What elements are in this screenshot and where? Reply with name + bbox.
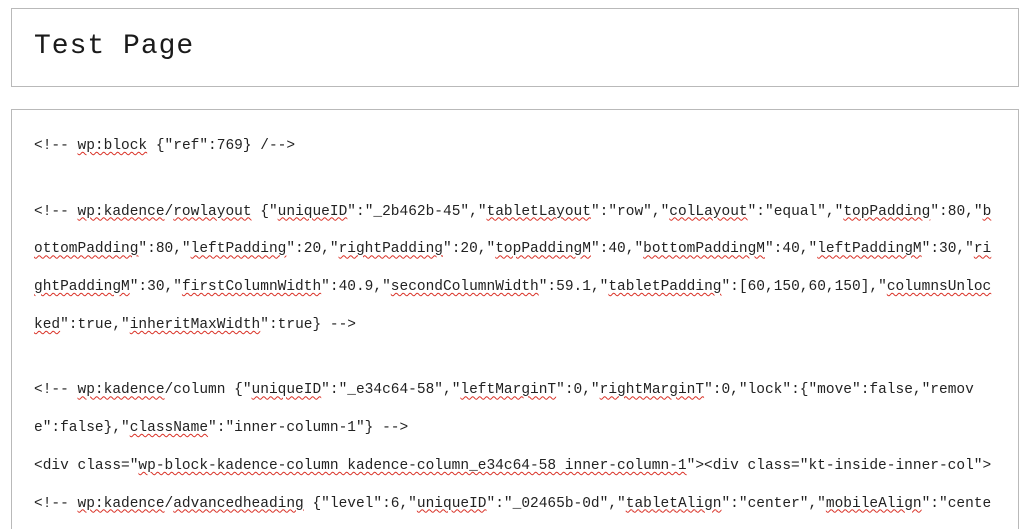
code-text: ":"equal"," [748, 204, 844, 220]
code-text: ":40.9," [321, 279, 391, 295]
code-token: wp:kadence [78, 496, 165, 512]
code-text: ":80," [930, 204, 982, 220]
code-token: wp:block [78, 138, 148, 154]
code-text: /column {" [165, 382, 252, 398]
code-token: leftPadding [191, 241, 287, 257]
code-block-4: <div class="wp-block-kadence-column kade… [34, 448, 996, 529]
title-card: Test Page [11, 8, 1019, 87]
code-text: ":30," [130, 279, 182, 295]
code-text: ":"_e34c64-58"," [321, 382, 460, 398]
code-text: ":40," [765, 241, 817, 257]
code-block-2: <!-- wp:kadence/rowlayout {"uniqueID":"_… [34, 194, 996, 345]
code-text: ":"_2b462b-45"," [347, 204, 486, 220]
code-token: tabletAlign [626, 496, 722, 512]
code-token: mobileAlign [826, 496, 922, 512]
code-text: ":"_02465b-0d"," [487, 496, 626, 512]
code-text: / [165, 496, 174, 512]
page-title: Test Page [34, 31, 996, 62]
code-text: {"ref":769} /--> [147, 138, 295, 154]
code-text: ":59.1," [539, 279, 609, 295]
code-text: <!-- [34, 204, 78, 220]
code-text: ":30," [922, 241, 974, 257]
code-token: bottomPaddingM [643, 241, 765, 257]
code-block-3: <!-- wp:kadence/column {"uniqueID":"_e34… [34, 372, 996, 447]
code-card: <!-- wp:block {"ref":769} /--> <!-- wp:k… [11, 109, 1019, 529]
code-token: tabletPadding [608, 279, 721, 295]
code-token: colLayout [669, 204, 747, 220]
code-token: wp:kadence [78, 204, 165, 220]
code-text: {"level":6," [304, 496, 417, 512]
code-text: ":80," [138, 241, 190, 257]
code-block-1: <!-- wp:block {"ref":769} /--> [34, 128, 996, 166]
code-text: <!-- [34, 382, 78, 398]
code-text: ":[60,150,60,150]," [721, 279, 886, 295]
code-text: <div class=" [34, 458, 138, 474]
code-token: wp:kadence [78, 382, 165, 398]
code-text: ":true} --> [260, 317, 356, 333]
code-token: advancedheading [173, 496, 304, 512]
code-text: / [165, 204, 174, 220]
code-token: firstColumnWidth [182, 279, 321, 295]
code-text: ":0," [556, 382, 600, 398]
code-token: rowlayout [173, 204, 251, 220]
code-token: leftMarginT [460, 382, 556, 398]
code-token: rightMarginT [600, 382, 704, 398]
code-token: uniqueID [417, 496, 487, 512]
code-text: ":"center"," [721, 496, 825, 512]
code-text: ":true," [60, 317, 130, 333]
code-token: tabletLayout [487, 204, 591, 220]
code-text: ":"row"," [591, 204, 669, 220]
code-token: className [130, 420, 208, 436]
code-text: ":20," [443, 241, 495, 257]
code-token: secondColumnWidth [391, 279, 539, 295]
code-text: ":20," [286, 241, 338, 257]
code-token: wp-block-kadence-column kadence-column_e… [138, 458, 686, 474]
code-text: ":"inner-column-1"} --> [208, 420, 408, 436]
code-token: inheritMaxWidth [130, 317, 261, 333]
code-token: topPadding [843, 204, 930, 220]
code-token: leftPaddingM [817, 241, 921, 257]
code-token: uniqueID [252, 382, 322, 398]
code-token: topPaddingM [495, 241, 591, 257]
code-text: <!-- [34, 138, 78, 154]
code-text: ":40," [591, 241, 643, 257]
code-token: uniqueID [278, 204, 348, 220]
code-text: {" [252, 204, 278, 220]
code-token: rightPadding [339, 241, 443, 257]
